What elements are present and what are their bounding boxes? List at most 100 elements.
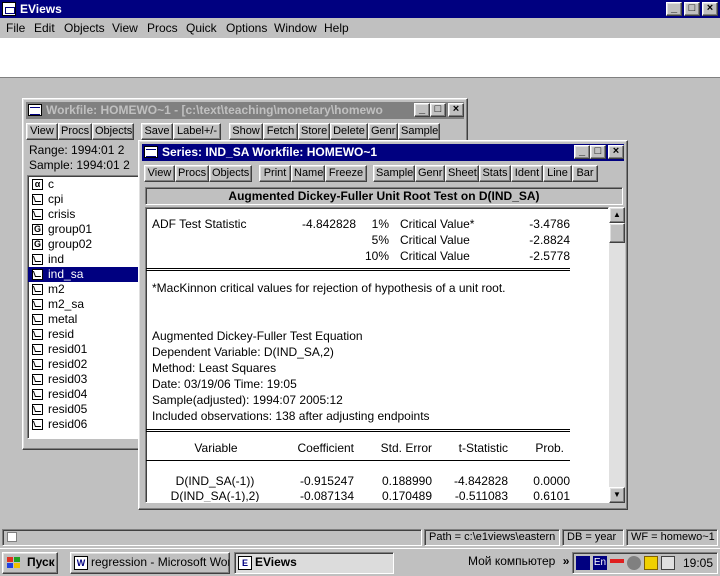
language-indicator[interactable]: En (593, 556, 607, 570)
workfile-close-button[interactable]: × (448, 103, 464, 117)
close-button[interactable]: × (702, 2, 718, 16)
wf-genr-button[interactable]: Genr (368, 123, 398, 140)
table-cell: D(IND_SA(-1),2) (170, 489, 260, 503)
workfile-object-ind-sa[interactable]: ind_sa (28, 267, 140, 282)
series-icon (32, 269, 43, 280)
workfile-object-resid06[interactable]: resid06 (28, 417, 140, 432)
menu-edit[interactable]: Edit (34, 21, 55, 35)
workfile-object-resid01[interactable]: resid01 (28, 342, 140, 357)
series-titlebar[interactable]: Series: IND_SA Workfile: HOMEWO~1 _ □ × (142, 144, 624, 161)
disk-icon[interactable] (627, 556, 641, 570)
ser-freeze-button[interactable]: Freeze (325, 165, 367, 182)
workfile-object-group01[interactable]: Ggroup01 (28, 222, 140, 237)
workfile-object-m2[interactable]: m2 (28, 282, 140, 297)
menu-objects[interactable]: Objects (64, 21, 105, 35)
clock[interactable]: 19:05 (683, 556, 713, 570)
ser-ident-button[interactable]: Ident (511, 165, 543, 182)
ser-stats-button[interactable]: Stats (479, 165, 511, 182)
menu-procs[interactable]: Procs (147, 21, 178, 35)
wf-objects-button[interactable]: Objects (92, 123, 134, 140)
menu-window[interactable]: Window (274, 21, 317, 35)
workfile-object-resid05[interactable]: resid05 (28, 402, 140, 417)
workfile-object-resid03[interactable]: resid03 (28, 372, 140, 387)
ser-print-button[interactable]: Print (259, 165, 291, 182)
table-cell: -0.511083 (454, 489, 508, 503)
wf-view-button[interactable]: View (26, 123, 58, 140)
divider (146, 460, 570, 461)
workfile-object-cpi[interactable]: cpi (28, 192, 140, 207)
series-icon (32, 374, 43, 385)
ser-genr-button[interactable]: Genr (415, 165, 445, 182)
table-cell: 0.170489 (381, 489, 432, 503)
ser-view-button[interactable]: View (144, 165, 175, 182)
ser-sample-button[interactable]: Sample (373, 165, 415, 182)
ser-objects-button[interactable]: Objects (209, 165, 252, 182)
scroll-down-icon[interactable]: ▼ (609, 487, 625, 503)
wf-store-button[interactable]: Store (298, 123, 330, 140)
wf-sample-button[interactable]: Sample (398, 123, 440, 140)
security-icon[interactable] (644, 556, 658, 570)
series-icon (32, 254, 43, 265)
task-word[interactable]: W regression - Microsoft Word (70, 552, 230, 574)
workfile-object-label: cpi (48, 192, 64, 206)
wf-procs-button[interactable]: Procs (58, 123, 92, 140)
menu-help[interactable]: Help (324, 21, 349, 35)
workfile-titlebar[interactable]: Workfile: HOMEWO~1 - [c:\text\teaching\m… (26, 102, 464, 119)
workfile-object-resid[interactable]: resid (28, 327, 140, 342)
workfile-object-label: resid06 (48, 417, 88, 431)
my-computer-toolbar[interactable]: Мой компьютер » (468, 552, 569, 571)
workfile-object-label: crisis (48, 207, 76, 221)
vertical-scrollbar[interactable]: ▲ ▼ (609, 207, 625, 503)
workfile-object-metal[interactable]: metal (28, 312, 140, 327)
workfile-object-c[interactable]: αc (28, 177, 140, 192)
series-window-icon[interactable] (144, 146, 158, 158)
workfile-object-label: resid (48, 327, 75, 341)
speaker-icon[interactable] (661, 556, 675, 570)
series-maximize-button[interactable]: □ (590, 145, 606, 159)
workfile-object-resid04[interactable]: resid04 (28, 387, 140, 402)
menu-view[interactable]: View (112, 21, 138, 35)
usb-icon[interactable] (610, 559, 624, 569)
workfile-object-resid02[interactable]: resid02 (28, 357, 140, 372)
start-label: Пуск (27, 555, 55, 569)
ser-sheet-button[interactable]: Sheet (445, 165, 479, 182)
menu-file[interactable]: File (6, 21, 25, 35)
workfile-object-m2-sa[interactable]: m2_sa (28, 297, 140, 312)
workfile-minimize-button[interactable]: _ (414, 103, 430, 117)
workfile-toolbar: View Procs Objects Save Label+/- Show Fe… (26, 123, 466, 141)
equation-sample: Sample(adjusted): 1994:07 2005:12 (152, 393, 343, 407)
maximize-button[interactable]: □ (684, 2, 700, 16)
workfile-sample[interactable]: Sample: 1994:01 2 (29, 158, 130, 172)
series-title: Series: IND_SA Workfile: HOMEWO~1 (162, 145, 378, 159)
scroll-thumb[interactable] (609, 223, 625, 243)
wf-fetch-button[interactable]: Fetch (263, 123, 298, 140)
menu-options[interactable]: Options (226, 21, 267, 35)
ser-line-button[interactable]: Line (543, 165, 572, 182)
wf-save-button[interactable]: Save (141, 123, 173, 140)
chevron-icon[interactable]: » (563, 554, 570, 568)
command-window[interactable] (0, 38, 720, 78)
scroll-up-icon[interactable]: ▲ (609, 207, 625, 223)
divider (146, 268, 570, 271)
wf-label-button[interactable]: Label+/- (173, 123, 221, 140)
series-minimize-button[interactable]: _ (574, 145, 590, 159)
network-icon[interactable] (576, 556, 590, 570)
minimize-button[interactable]: _ (666, 2, 682, 16)
ser-procs-button[interactable]: Procs (175, 165, 209, 182)
eviews-app-icon[interactable] (2, 2, 16, 16)
series-close-button[interactable]: × (608, 145, 624, 159)
start-button[interactable]: Пуск (2, 552, 58, 574)
menu-quick[interactable]: Quick (186, 21, 217, 35)
task-eviews[interactable]: E EViews (234, 552, 394, 574)
cv-pct: 10% (364, 249, 389, 263)
workfile-maximize-button[interactable]: □ (430, 103, 446, 117)
my-computer-label: Мой компьютер (468, 554, 556, 568)
workfile-window-icon[interactable] (28, 104, 42, 116)
wf-show-button[interactable]: Show (229, 123, 263, 140)
ser-name-button[interactable]: Name (291, 165, 325, 182)
ser-bar-button[interactable]: Bar (572, 165, 598, 182)
workfile-object-group02[interactable]: Ggroup02 (28, 237, 140, 252)
wf-delete-button[interactable]: Delete (330, 123, 368, 140)
workfile-object-crisis[interactable]: crisis (28, 207, 140, 222)
workfile-object-ind[interactable]: ind (28, 252, 140, 267)
